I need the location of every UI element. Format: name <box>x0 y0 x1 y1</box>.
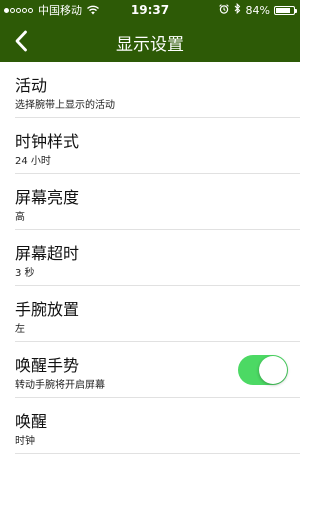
setting-value: 选择腕带上显示的活动 <box>15 100 115 111</box>
status-right: 84% <box>218 2 297 17</box>
setting-row-activity[interactable]: 活动 选择腕带上显示的活动 <box>15 62 300 118</box>
bluetooth-icon <box>234 2 241 17</box>
back-button[interactable] <box>8 26 38 56</box>
setting-row-screen-brightness[interactable]: 屏幕亮度 高 <box>15 174 300 230</box>
setting-value: 高 <box>15 212 25 223</box>
setting-row-wake-gesture: 唤醒手势 转动手腕将开启屏幕 <box>15 342 300 398</box>
setting-value: 时钟 <box>15 436 35 447</box>
page-title: 显示设置 <box>116 35 184 55</box>
setting-title: 屏幕超时 <box>15 244 80 263</box>
setting-row-clock-style[interactable]: 时钟样式 24 小时 <box>15 118 300 174</box>
battery-percentage: 84% <box>245 3 270 17</box>
wake-gesture-toggle[interactable] <box>238 355 288 385</box>
setting-value: 24 小时 <box>15 156 51 167</box>
settings-list: 活动 选择腕带上显示的活动 时钟样式 24 小时 屏幕亮度 高 屏幕超时 3 秒… <box>0 62 300 454</box>
setting-title: 活动 <box>15 76 48 95</box>
setting-title: 唤醒手势 <box>15 356 80 375</box>
setting-value: 3 秒 <box>15 268 35 279</box>
setting-title: 唤醒 <box>15 412 48 431</box>
alarm-icon <box>218 3 229 17</box>
setting-row-screen-timeout[interactable]: 屏幕超时 3 秒 <box>15 230 300 286</box>
setting-description: 转动手腕将开启屏幕 <box>15 380 105 391</box>
setting-title: 时钟样式 <box>15 132 80 151</box>
setting-value: 左 <box>15 324 25 335</box>
battery-cap <box>295 8 297 13</box>
battery-icon <box>274 5 297 15</box>
setting-title: 屏幕亮度 <box>15 188 80 207</box>
chevron-left-icon <box>15 30 27 52</box>
setting-row-wrist-placement[interactable]: 手腕放置 左 <box>15 286 300 342</box>
navigation-bar: 显示设置 <box>0 20 300 62</box>
setting-row-wake[interactable]: 唤醒 时钟 <box>15 398 300 454</box>
setting-title: 手腕放置 <box>15 300 80 319</box>
toggle-knob <box>259 356 287 384</box>
battery-level-fill <box>276 7 290 13</box>
status-bar: 中国移动 19:37 84% <box>0 0 300 20</box>
